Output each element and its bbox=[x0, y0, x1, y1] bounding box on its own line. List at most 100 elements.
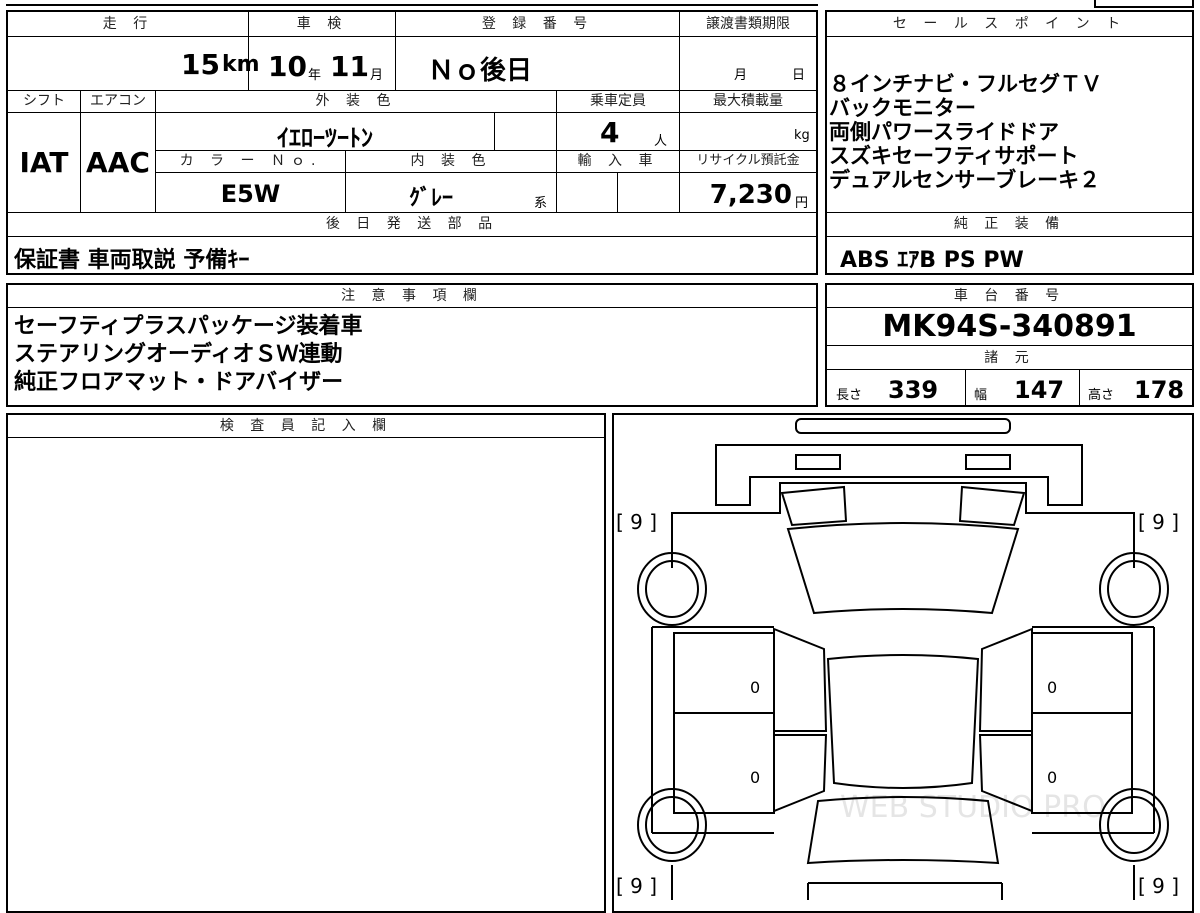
divider bbox=[827, 345, 1192, 346]
divider bbox=[8, 307, 816, 308]
inspection-month: 11 bbox=[330, 50, 369, 83]
note-line: セーフティプラスパッケージ装着車 bbox=[14, 314, 363, 339]
headlight-right bbox=[965, 454, 1011, 470]
transfer-month-unit: 月 bbox=[734, 68, 748, 83]
divider bbox=[827, 212, 1192, 213]
sales-point-line: 両側パワースライドドア bbox=[829, 120, 1059, 144]
tire-rear-right-inner bbox=[1107, 796, 1161, 854]
width-label: 幅 bbox=[974, 388, 988, 403]
sales-point-list: ８インチナビ・フルセグＴＶ バックモニター 両側パワースライドドア スズキセーフ… bbox=[829, 72, 1189, 192]
ac-value: AAC bbox=[86, 146, 150, 179]
registration-header: 登 録 番 号 bbox=[481, 16, 594, 32]
front-door-left bbox=[773, 627, 828, 732]
sales-point-line: バックモニター bbox=[829, 96, 976, 120]
tailgate bbox=[807, 882, 1003, 900]
tire-rear-left-inner bbox=[645, 796, 699, 854]
capacity-unit: 人 bbox=[654, 134, 668, 149]
later-parts-value: 保証書 車両取説 予備ｷｰ bbox=[14, 248, 250, 273]
shift-value: IAT bbox=[19, 146, 69, 179]
interior-color-header: 内 装 色 bbox=[410, 153, 492, 169]
tire-rear-right bbox=[1099, 788, 1169, 862]
body-outline bbox=[671, 482, 1135, 568]
tire-tread-rear-right: [ 9 ] bbox=[1138, 874, 1180, 898]
windshield bbox=[786, 522, 1020, 615]
mileage-header: 走 行 bbox=[102, 16, 154, 32]
divider bbox=[827, 236, 1192, 237]
divider bbox=[617, 172, 618, 212]
door-mark: 0 bbox=[1047, 768, 1058, 787]
transfer-deadline-header: 譲渡書類期限 bbox=[706, 16, 790, 32]
top-right-strip bbox=[1094, 0, 1194, 8]
month-unit: 月 bbox=[370, 68, 384, 83]
divider bbox=[8, 236, 816, 237]
divider bbox=[965, 369, 966, 405]
note-line: 純正フロアマット・ドアバイザー bbox=[14, 370, 344, 395]
recycle-value: 7,230 bbox=[709, 180, 792, 210]
capacity-header: 乗車定員 bbox=[590, 93, 646, 109]
color-number-header: カ ラ ー Ｎｏ. bbox=[179, 153, 322, 169]
width-value: 147 bbox=[1014, 376, 1065, 404]
divider bbox=[8, 437, 604, 438]
inspection-header: 車 検 bbox=[296, 16, 348, 32]
year-unit: 年 bbox=[308, 68, 322, 83]
roof bbox=[826, 654, 980, 789]
capacity-value: 4 bbox=[600, 116, 620, 149]
tire-tread-rear-left: [ 9 ] bbox=[616, 874, 658, 898]
tire-front-left-inner bbox=[645, 560, 699, 618]
factory-equipment-header: 純 正 装 備 bbox=[953, 216, 1066, 232]
divider bbox=[8, 212, 816, 213]
note-line: ステアリングオーディオＳＷ連動 bbox=[14, 342, 343, 367]
rear-door-left bbox=[773, 734, 828, 813]
import-header: 輸 入 車 bbox=[577, 153, 659, 169]
mileage-unit: km bbox=[222, 52, 260, 77]
left-side bbox=[651, 626, 774, 834]
tire-front-right-inner bbox=[1107, 560, 1161, 618]
registration-value: Ｎｏ後日 bbox=[428, 56, 533, 86]
recycle-header: リサイクル預託金 bbox=[696, 153, 800, 168]
tire-rear-left bbox=[637, 788, 707, 862]
top-strip bbox=[6, 0, 818, 6]
door-mark: 0 bbox=[1047, 678, 1058, 697]
interior-color-value: ｸﾞﾚｰ bbox=[408, 186, 453, 211]
divider bbox=[827, 307, 1192, 308]
front-body bbox=[715, 444, 1083, 506]
watermark: WEB STUDIO PRO bbox=[840, 790, 1106, 825]
front-bumper bbox=[795, 418, 1011, 434]
mirror-left bbox=[780, 485, 848, 527]
inspector-notes-header: 検 査 員 記 入 欄 bbox=[219, 418, 393, 434]
transfer-day-unit: 日 bbox=[792, 68, 806, 83]
specs-header: 諸 元 bbox=[984, 350, 1035, 366]
front-door-right bbox=[978, 627, 1033, 732]
ac-header: エアコン bbox=[90, 93, 146, 109]
load-unit: kg bbox=[794, 128, 810, 143]
max-load-header: 最大積載量 bbox=[713, 93, 783, 109]
inspector-notes-panel bbox=[6, 413, 606, 913]
inspection-year: 10 bbox=[268, 50, 307, 83]
vehicle-diagram bbox=[637, 418, 1169, 900]
door-mark: 0 bbox=[750, 678, 761, 697]
divider bbox=[827, 36, 1192, 37]
divider bbox=[1079, 369, 1080, 405]
factory-equipment-value: ABS ｴｱB PS PW bbox=[840, 248, 1024, 273]
exterior-color-header: 外 装 色 bbox=[315, 93, 397, 109]
tire-tread-front-left: [ 9 ] bbox=[616, 510, 658, 534]
sales-point-line: ８インチナビ・フルセグＴＶ bbox=[829, 72, 1102, 96]
chassis-number-header: 車 台 番 号 bbox=[953, 288, 1066, 304]
length-value: 339 bbox=[888, 376, 939, 404]
door-mark: 0 bbox=[750, 768, 761, 787]
divider bbox=[8, 36, 816, 37]
sales-point-line: デュアルセンサーブレーキ２ bbox=[829, 168, 1101, 192]
sales-point-line: スズキセーフティサポート bbox=[829, 144, 1079, 168]
chassis-number-value: MK94S-340891 bbox=[882, 309, 1137, 344]
height-value: 178 bbox=[1134, 376, 1185, 404]
interior-suffix: 系 bbox=[534, 196, 548, 211]
recycle-unit: 円 bbox=[795, 196, 809, 211]
shift-header: シフト bbox=[23, 93, 65, 109]
height-label: 高さ bbox=[1088, 388, 1115, 403]
length-label: 長さ bbox=[836, 388, 863, 403]
later-parts-header: 後 日 発 送 部 品 bbox=[325, 216, 499, 232]
divider bbox=[494, 112, 495, 150]
divider bbox=[8, 112, 816, 113]
mirror-right bbox=[958, 485, 1026, 527]
exterior-color-value: ｲｴﾛｰﾂｰﾄﾝ bbox=[277, 124, 373, 152]
